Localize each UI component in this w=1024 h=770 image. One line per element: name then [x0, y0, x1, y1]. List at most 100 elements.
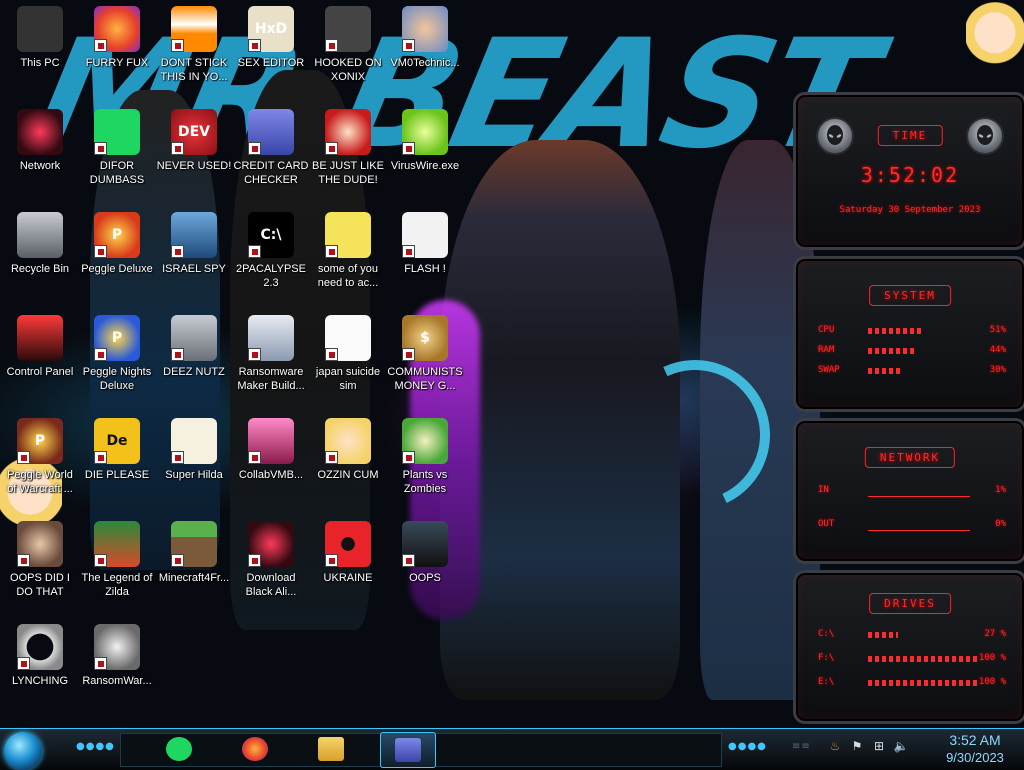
- shortcut-overlay-icon: [248, 554, 261, 567]
- usage-bar: [868, 656, 978, 662]
- network-icon[interactable]: ⊞: [870, 737, 888, 755]
- gadget-date: Saturday 30 September 2023: [839, 205, 981, 215]
- spotify-icon: [166, 737, 192, 761]
- shortcut-overlay-icon: [17, 554, 30, 567]
- desktop-icon-collabvmb[interactable]: CollabVMB...: [232, 418, 310, 482]
- shortcut-overlay-icon: [402, 39, 415, 52]
- desktop-icon-peggle-world-of-warcraft[interactable]: P Peggle World of Warcraft ...: [1, 418, 79, 496]
- desktop-icon-furry-fux[interactable]: FURRY FUX: [78, 6, 156, 70]
- folder-icon: [318, 737, 344, 761]
- peggle-icon: P: [94, 212, 140, 258]
- console-icon: C:\: [248, 212, 294, 258]
- lime-icon: [402, 109, 448, 155]
- volume-icon[interactable]: 🔈: [892, 737, 910, 755]
- desktop-icon-label: Peggle Nights Deluxe: [82, 366, 152, 392]
- desktop-icon-label: FURRY FUX: [85, 57, 149, 69]
- desktop-icon-control-panel[interactable]: Control Panel: [1, 315, 79, 379]
- shortcut-overlay-icon: [17, 451, 30, 464]
- desktop-icon-be-just-like-the-dude[interactable]: BE JUST LIKE THE DUDE!: [309, 109, 387, 187]
- desktop-icon-flash[interactable]: FLASH !: [386, 212, 464, 276]
- desktop-icon-vm0technic[interactable]: VM0Technic...: [386, 6, 464, 70]
- desktop-icon-ransomwar[interactable]: RansomWar...: [78, 624, 156, 688]
- peggle-nights-icon: P: [94, 315, 140, 361]
- taskbar-firefox-button[interactable]: [228, 732, 282, 766]
- desktop[interactable]: MR BEAST This PC FURRY FUX DONT STICK THIS…: [0, 0, 1024, 728]
- desktop-icon-israel-spy[interactable]: ISRAEL SPY: [155, 212, 233, 276]
- drives-gadget[interactable]: DRIVES C:\ 27 % F:\ 100 % E:\ 100 %: [793, 570, 1024, 724]
- shortcut-overlay-icon: [325, 348, 338, 361]
- desktop-icon-2pacalypse-2-3[interactable]: C:\ 2PACALYPSE 2.3: [232, 212, 310, 290]
- usage-bar: [868, 368, 901, 374]
- desktop-icon-label: NEVER USED!: [156, 160, 232, 172]
- taskbar-file-explorer-button[interactable]: [304, 732, 358, 766]
- desktop-icon-communists-money-g[interactable]: $ COMMUNISTS MONEY G...: [386, 315, 464, 393]
- desktop-icon-plants-vs-zombies[interactable]: Plants vs Zombies: [386, 418, 464, 496]
- xonix-game-icon: [325, 6, 371, 52]
- desktop-icon-network[interactable]: Network: [1, 109, 79, 173]
- taskbar-spotify-button[interactable]: [152, 732, 206, 766]
- de-app-icon: De: [94, 418, 140, 464]
- hex-editor-icon: HxD: [248, 6, 294, 52]
- taskbar-credit-card-checker-button[interactable]: [380, 732, 436, 768]
- desktop-icon-dont-stick-this-in-yo[interactable]: DONT STICK THIS IN YO...: [155, 6, 233, 84]
- time-gadget[interactable]: TIME 3:52:02 Saturday 30 September 2023: [793, 92, 1024, 250]
- taskbar[interactable]: ●●●● ●●●● ≡≡ ♨ ⚑ ⊞ 🔈 3:52 AM 9/30/2023: [0, 728, 1024, 770]
- desktop-icon-ransomware-maker-build[interactable]: Ransomware Maker Build...: [232, 315, 310, 393]
- desktop-icon-the-legend-of-zilda[interactable]: The Legend of Zilda: [78, 521, 156, 599]
- desktop-icon-super-hilda[interactable]: Super Hilda: [155, 418, 233, 482]
- alienware-head-icon: [966, 117, 1004, 155]
- desktop-icon-label: DONT STICK THIS IN YO...: [160, 57, 228, 83]
- java-icon[interactable]: ♨: [826, 737, 844, 755]
- taskbar-decoration-grille: ≡≡: [792, 741, 811, 752]
- knot-icon: [17, 624, 63, 670]
- usage-bar: [868, 348, 916, 354]
- desktop-icon-viruswire-exe[interactable]: VirusWire.exe: [386, 109, 464, 173]
- desktop-icon-peggle-deluxe[interactable]: P Peggle Deluxe: [78, 212, 156, 276]
- start-button[interactable]: [4, 732, 42, 770]
- desktop-icon-oops-did-i-do-that[interactable]: OOPS DID I DO THAT: [1, 521, 79, 599]
- desktop-icon-difor-dumbass[interactable]: DIFOR DUMBASS: [78, 109, 156, 187]
- desktop-icon-label: CREDIT CARD CHECKER: [233, 160, 309, 186]
- desktop-icon-ukraine[interactable]: UKRAINE: [309, 521, 387, 585]
- time-gadget-title: TIME: [877, 125, 943, 146]
- desktop-icon-this-pc[interactable]: This PC: [1, 6, 79, 70]
- row-value: 27 %: [984, 629, 1006, 639]
- row-value: 51%: [989, 325, 1006, 335]
- desktop-icon-label: DIE PLEASE: [84, 469, 150, 481]
- desktop-icon-some-of-you-need-to-ac[interactable]: some of you need to ac...: [309, 212, 387, 290]
- desktop-icon-sex-editor[interactable]: HxD SEX EDITOR: [232, 6, 310, 70]
- desktop-icon-download-black-ali[interactable]: Download Black Ali...: [232, 521, 310, 599]
- desktop-icon-lynching[interactable]: LYNCHING: [1, 624, 79, 688]
- desktop-icon-label: BE JUST LIKE THE DUDE!: [312, 160, 384, 186]
- desktop-icon-credit-card-checker[interactable]: CREDIT CARD CHECKER: [232, 109, 310, 187]
- desktop-icon-oops[interactable]: OOPS: [386, 521, 464, 585]
- desktop-icon-never-used[interactable]: DEV NEVER USED!: [155, 109, 233, 173]
- bear-icon: [325, 212, 371, 258]
- shortcut-overlay-icon: [94, 348, 107, 361]
- desktop-icon-ozzin-cum[interactable]: OZZIN CUM: [309, 418, 387, 482]
- row-value: 100 %: [978, 677, 1006, 687]
- security-flag-icon[interactable]: ⚑: [848, 737, 866, 755]
- drv-row: F:\ 100 %: [818, 653, 1006, 665]
- shortcut-overlay-icon: [402, 451, 415, 464]
- desktop-icon-peggle-nights-deluxe[interactable]: P Peggle Nights Deluxe: [78, 315, 156, 393]
- desktop-icon-label: COMMUNISTS MONEY G...: [387, 366, 463, 392]
- system-gadget[interactable]: SYSTEM CPU 51% RAM 44% SWAP 30%: [793, 256, 1024, 412]
- row-label: E:\: [818, 677, 835, 687]
- desktop-icon-label: Recycle Bin: [10, 263, 70, 275]
- desktop-icon-deez-nutz[interactable]: DEEZ NUTZ: [155, 315, 233, 379]
- desktop-icon-label: Peggle World of Warcraft ...: [7, 469, 73, 495]
- row-label: C:\: [818, 629, 835, 639]
- desktop-icon-recycle-bin[interactable]: Recycle Bin: [1, 212, 79, 276]
- network-gadget[interactable]: NETWORK IN 1% OUT 0%: [793, 418, 1024, 564]
- money-bag-icon: $: [402, 315, 448, 361]
- clock-date: 9/30/2023: [946, 750, 1004, 765]
- taskbar-clock[interactable]: 3:52 AM 9/30/2023: [928, 731, 1022, 767]
- desktop-icon-die-please[interactable]: De DIE PLEASE: [78, 418, 156, 482]
- shortcut-overlay-icon: [171, 554, 184, 567]
- desktop-icon-minecraft4fr[interactable]: Minecraft4Fr...: [155, 521, 233, 585]
- desktop-icon-japan-suicide-sim[interactable]: japan suicide sim: [309, 315, 387, 393]
- shortcut-overlay-icon: [402, 245, 415, 258]
- desktop-icon-hooked-on-xonix[interactable]: HOOKED ON XONIX: [309, 6, 387, 84]
- alienware-head-icon: [248, 521, 294, 567]
